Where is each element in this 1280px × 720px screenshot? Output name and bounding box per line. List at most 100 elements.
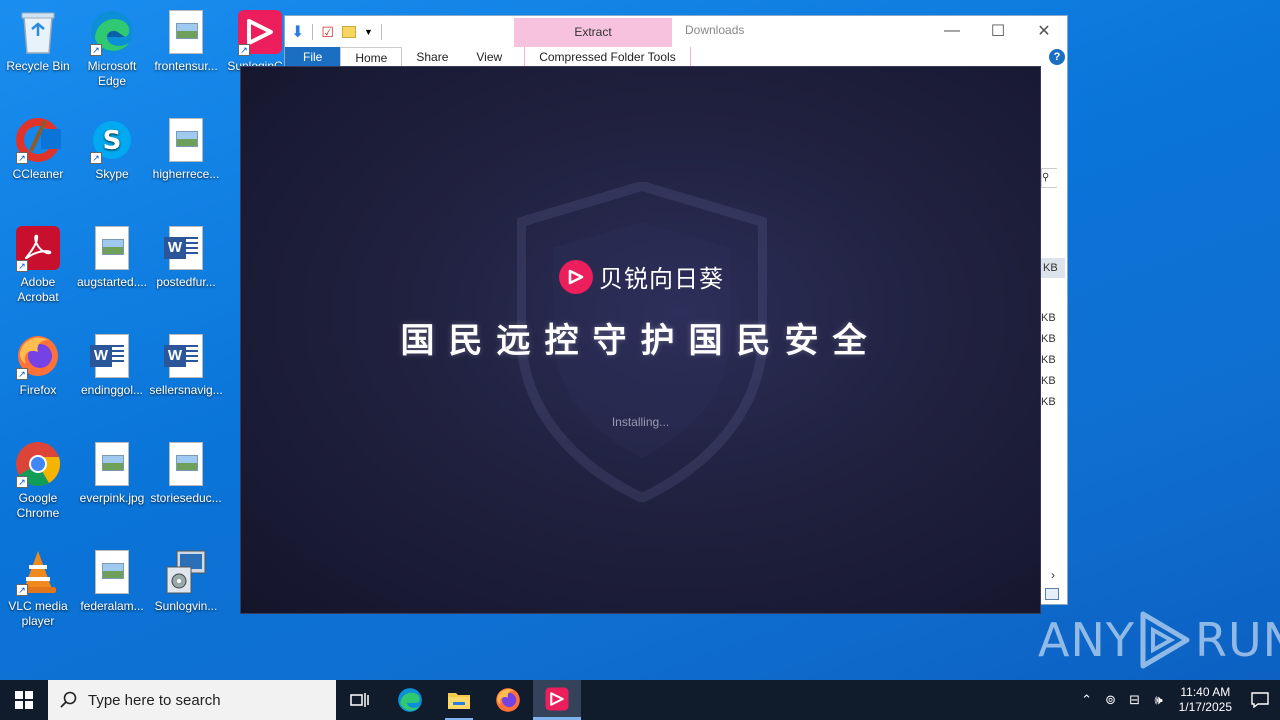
word-file-icon: W [88, 332, 136, 380]
size-cell: KB [1041, 396, 1056, 408]
volume-icon[interactable]: 🕪 [1147, 692, 1171, 708]
desktop-icon-label: Adobe Acrobat [17, 275, 59, 304]
shortcut-arrow-icon: ↗ [90, 44, 102, 56]
brand-name: 贝锐向日葵 [599, 265, 724, 293]
firefox-icon [496, 688, 520, 712]
size-cell: KB [1041, 375, 1056, 387]
window-title: Downloads [685, 23, 745, 37]
scroll-right-icon[interactable]: › [1051, 568, 1055, 582]
search-box-edge[interactable]: ⚲ [1041, 168, 1057, 188]
sunlogin-icon [545, 687, 569, 710]
notification-icon [1251, 692, 1269, 708]
desktop-icon-label: VLC media player [8, 599, 68, 628]
desktop-icon-label: storieseduc... [150, 491, 222, 505]
image-file-icon [162, 116, 210, 164]
properties-icon[interactable]: ☑ [321, 24, 334, 41]
desktop-icon-ccleaner[interactable]: ↗ CCleaner [0, 116, 76, 182]
clock[interactable]: 11:40 AM 1/17/2025 [1171, 685, 1240, 715]
taskbar-sunlogin[interactable] [533, 680, 581, 720]
clock-date: 1/17/2025 [1178, 700, 1232, 714]
desktop-icon-storieseduc[interactable]: storieseduc... [148, 440, 224, 506]
desktop-icon-label: frontensur... [154, 59, 218, 73]
acrobat-icon: ↗ [14, 224, 62, 272]
desktop-icon-postedfur[interactable]: W postedfur... [148, 224, 224, 290]
vlc-icon: ↗ [14, 548, 62, 596]
close-icon[interactable]: ✕ [1021, 16, 1067, 46]
desktop-icon-frontensur[interactable]: frontensur... [148, 8, 224, 74]
desktop-icon-skype[interactable]: S ↗ Skype [74, 116, 150, 182]
desktop-icon-label: Recycle Bin [6, 59, 70, 73]
shortcut-arrow-icon: ↗ [16, 584, 28, 596]
network-icon[interactable]: ⊟ [1123, 692, 1147, 708]
desktop-icon-higherrece[interactable]: higherrece... [148, 116, 224, 182]
help-icon[interactable]: ? [1049, 49, 1065, 65]
shortcut-arrow-icon: ↗ [90, 152, 102, 164]
new-folder-icon[interactable] [341, 26, 356, 38]
desktop-icon-federalam[interactable]: federalam... [74, 548, 150, 614]
installer-icon [162, 548, 210, 596]
size-header[interactable]: KB [1041, 258, 1065, 278]
sunlogin-installer-window[interactable]: 贝锐向日葵 国民远控守护国民安全 Installing... [240, 66, 1041, 614]
minimize-icon[interactable]: — [929, 16, 975, 46]
desktop-icon-label: Skype [95, 167, 129, 181]
desktop-icon-vlc[interactable]: ↗ VLC media player [0, 548, 76, 629]
desktop-icon-adobe-acrobat[interactable]: ↗ Adobe Acrobat [0, 224, 76, 305]
download-arrow-icon[interactable]: ⬇ [291, 22, 304, 42]
ribbon-tabs: File Home Share View Compressed Folder T… [285, 47, 1067, 67]
desktop-icon-firefox[interactable]: ↗ Firefox [0, 332, 76, 398]
details-view-icon[interactable] [1045, 588, 1059, 600]
search-icon [60, 691, 77, 708]
start-button[interactable] [0, 680, 48, 720]
desktop-icon-recycle-bin[interactable]: Recycle Bin [0, 8, 76, 74]
divider [380, 24, 382, 40]
image-file-icon [88, 440, 136, 488]
taskbar-firefox[interactable] [484, 680, 532, 720]
explorer-titlebar[interactable]: ⬇ ☑ ▼ Extract Downloads — ☐ ✕ [285, 16, 1067, 47]
desktop-icon-sellersnavig[interactable]: W sellersnavig... [148, 332, 224, 398]
desktop-icon-label: Microsoft Edge [87, 59, 137, 88]
task-view-button[interactable] [336, 680, 384, 720]
skype-icon: S ↗ [88, 116, 136, 164]
ccleaner-icon: ↗ [14, 116, 62, 164]
install-status: Installing... [611, 415, 670, 429]
size-cell: KB [1041, 333, 1056, 345]
sunlogin-icon: ↗ [236, 8, 284, 56]
tab-compressed-folder-tools[interactable]: Compressed Folder Tools [524, 47, 691, 67]
desktop-icon-everpink[interactable]: everpink.jpg [74, 440, 150, 506]
installer-slogan: 国民远控守护国民安全 [400, 321, 881, 361]
desktop-icon-google-chrome[interactable]: ↗ Google Chrome [0, 440, 76, 521]
search-input[interactable] [88, 691, 318, 709]
desktop-icon-endinggol[interactable]: W endinggol... [74, 332, 150, 398]
anyrun-watermark: ANY RUN [1038, 610, 1280, 670]
word-file-icon: W [162, 224, 210, 272]
taskbar-search[interactable] [48, 680, 336, 720]
maximize-icon[interactable]: ☐ [975, 16, 1021, 46]
chevron-down-icon[interactable]: ▼ [364, 27, 373, 37]
explorer-content-peek: ⚲ KB KB KB KB KB KB › [1041, 166, 1069, 606]
folder-icon [448, 693, 470, 709]
image-file-icon [88, 224, 136, 272]
tab-file[interactable]: File [285, 47, 341, 67]
desktop-icon-sunlogvin[interactable]: Sunlogvin... [148, 548, 224, 614]
size-cell: KB [1041, 312, 1056, 324]
edge-icon: ↗ [88, 8, 136, 56]
shortcut-arrow-icon: ↗ [16, 260, 28, 272]
desktop-icon-label: federalam... [80, 599, 144, 613]
sunlogin-tray-icon[interactable]: ⊚ [1099, 692, 1123, 708]
tab-share[interactable]: Share [402, 47, 462, 67]
tab-view[interactable]: View [462, 47, 516, 67]
chevron-up-icon[interactable]: ⌃ [1075, 692, 1099, 708]
taskbar-file-explorer[interactable] [435, 680, 483, 720]
desktop-icon-label: augstarted.... [76, 275, 148, 289]
tab-home[interactable]: Home [340, 47, 403, 67]
edge-icon [398, 688, 422, 712]
shortcut-arrow-icon: ↗ [238, 44, 250, 56]
desktop-icon-label: CCleaner [12, 167, 64, 181]
desktop-icon-microsoft-edge[interactable]: ↗ Microsoft Edge [74, 8, 150, 89]
desktop-icon-augstarted[interactable]: augstarted.... [74, 224, 150, 290]
desktop-icon-label: Firefox [19, 383, 57, 397]
recycle-bin-icon [14, 8, 62, 56]
notifications-button[interactable] [1240, 680, 1280, 720]
tab-extract[interactable]: Extract [514, 18, 672, 47]
taskbar-edge[interactable] [386, 680, 434, 720]
